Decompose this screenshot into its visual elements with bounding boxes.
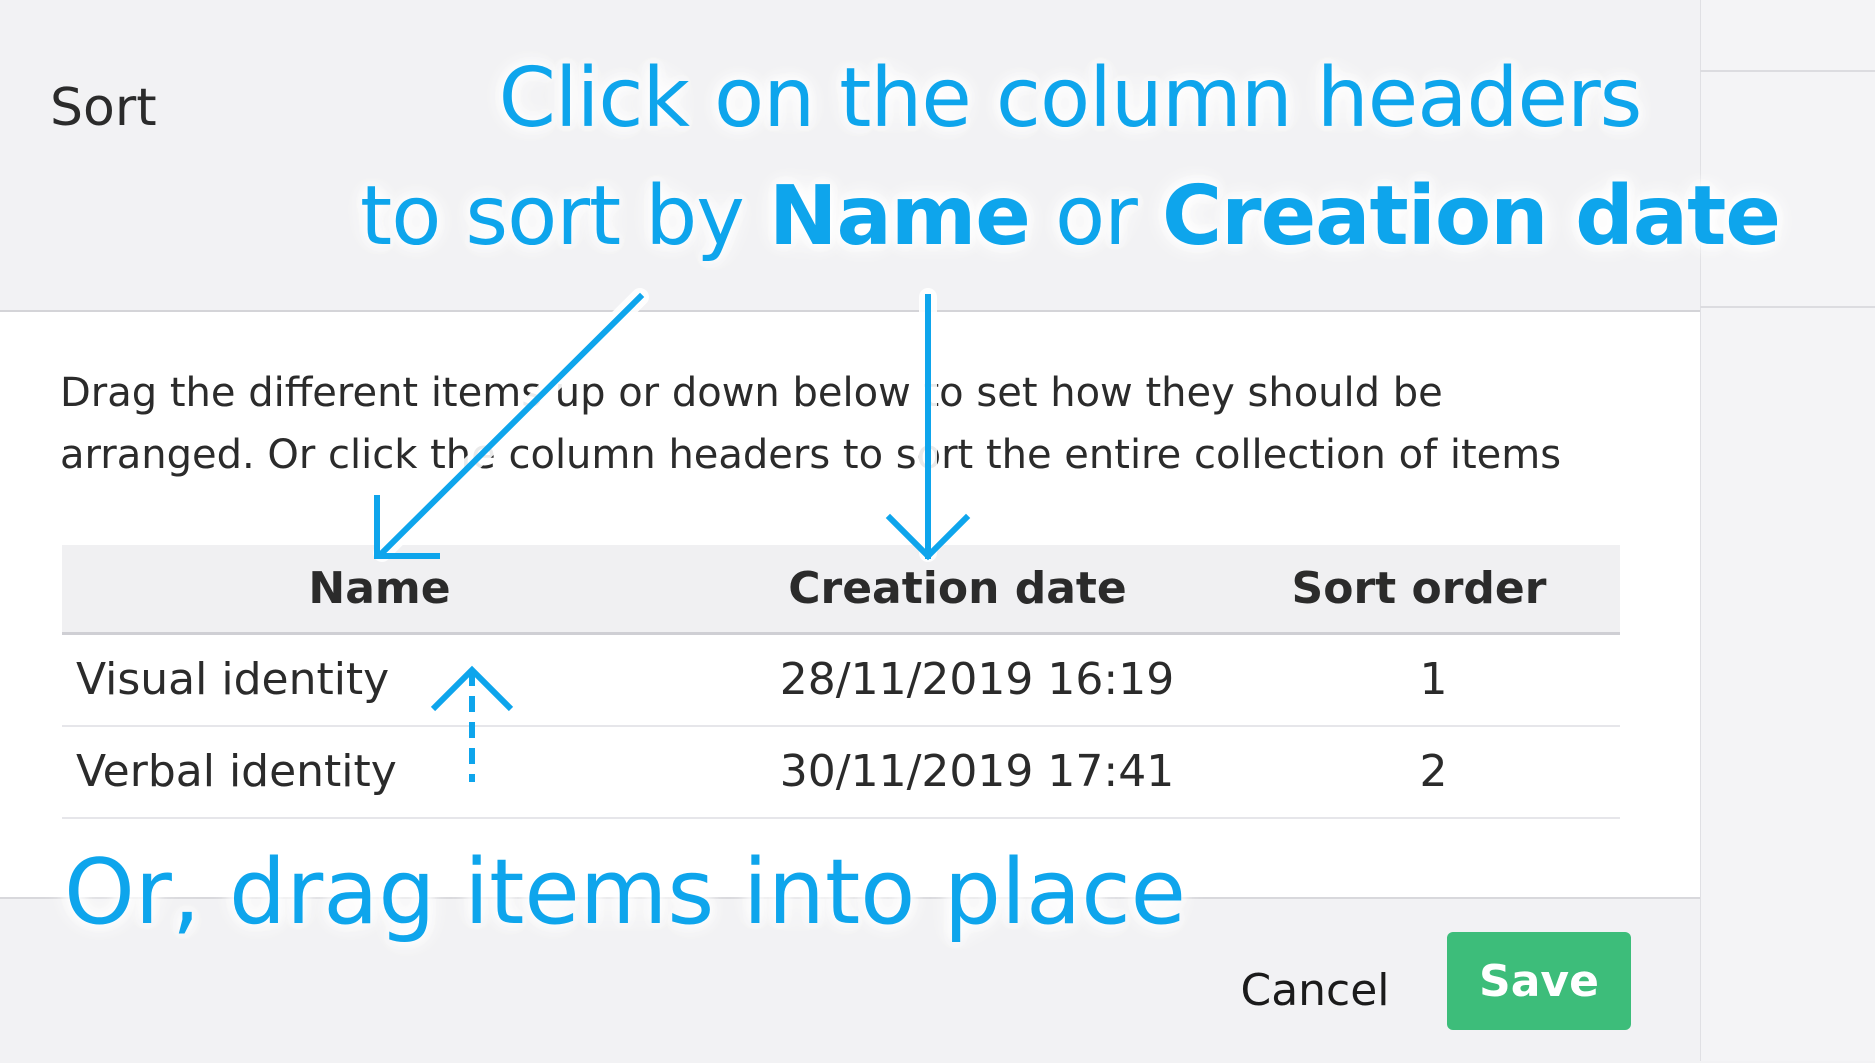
- table-header-row: Name Creation date Sort order: [62, 545, 1620, 633]
- annotation-drag-items: Or, drag items into place: [64, 840, 1187, 945]
- sort-table: Name Creation date Sort order Visual ide…: [62, 545, 1620, 819]
- right-panel-divider: [1700, 306, 1875, 308]
- row-name: Verbal identity: [62, 725, 697, 819]
- row-sort-order: 1: [1218, 633, 1620, 727]
- cancel-button[interactable]: Cancel: [1235, 955, 1395, 1025]
- annotation-text: to sort by: [360, 169, 769, 264]
- column-header-sort-order[interactable]: Sort order: [1218, 545, 1620, 633]
- annotation-text: or: [1029, 169, 1162, 264]
- annotation-date-emphasis: Creation date: [1161, 169, 1781, 264]
- annotation-column-headers: Click on the column headers to sort by N…: [320, 40, 1820, 276]
- column-header-creation-date[interactable]: Creation date: [697, 545, 1218, 633]
- table-row[interactable]: Visual identity 28/11/2019 16:19 1: [62, 633, 1620, 727]
- row-sort-order: 2: [1218, 725, 1620, 819]
- row-creation-date: 28/11/2019 16:19: [697, 633, 1218, 727]
- sort-description: Drag the different items up or down belo…: [60, 370, 1562, 478]
- row-creation-date: 30/11/2019 17:41: [697, 725, 1218, 819]
- annotation-line-2: to sort by Name or Creation date: [320, 158, 1820, 276]
- save-button[interactable]: Save: [1447, 932, 1631, 1030]
- annotation-line-1: Click on the column headers: [498, 51, 1643, 146]
- row-name: Visual identity: [62, 633, 697, 727]
- table-row[interactable]: Verbal identity 30/11/2019 17:41 2: [62, 725, 1620, 819]
- column-header-name[interactable]: Name: [62, 545, 697, 633]
- dialog-title: Sort: [50, 78, 157, 138]
- annotation-name-emphasis: Name: [768, 169, 1031, 264]
